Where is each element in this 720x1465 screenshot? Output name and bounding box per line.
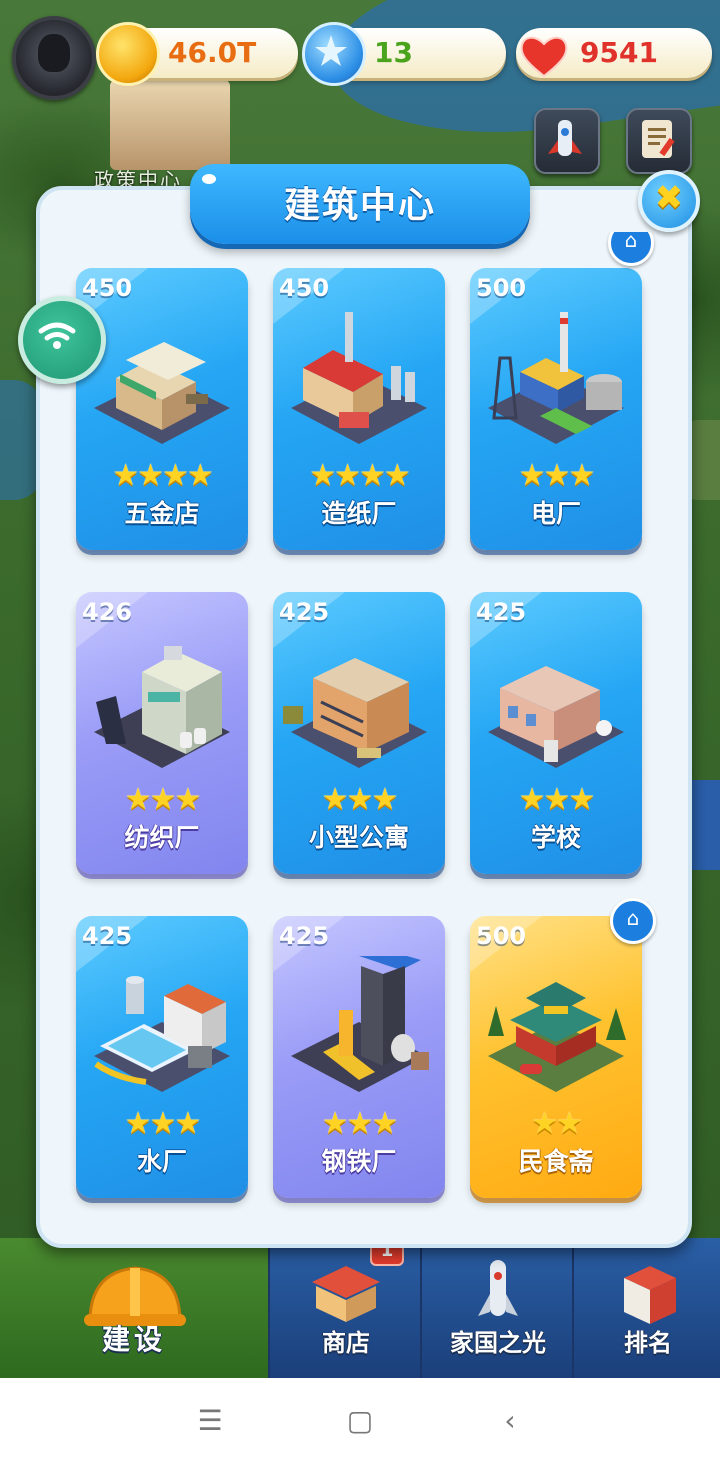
close-x-icon: ✖: [654, 178, 684, 218]
nav-glory-tab[interactable]: 家国之光: [420, 1238, 574, 1378]
card-cost: 500: [476, 922, 527, 950]
bottom-navigation: 建设 1 商店 家国之光 排名: [0, 1236, 720, 1378]
banner-shine: [202, 174, 216, 184]
card-stars: ★★: [531, 1106, 583, 1141]
star-value: 13: [374, 36, 413, 69]
school-illustration: [488, 666, 624, 768]
home-icon[interactable]: ▢: [340, 1406, 380, 1436]
minshizhai-illustration: [488, 982, 626, 1092]
card-stars: ★★★★: [112, 458, 214, 493]
home-badge-icon: ⌂: [608, 232, 654, 266]
card-stars: ★★★: [518, 782, 596, 817]
card-cost: 450: [279, 274, 330, 302]
nav-shop-label: 商店: [322, 1329, 370, 1357]
wifi-icon: [38, 322, 76, 349]
building-card-water-plant[interactable]: 425 ★★★ 水厂: [76, 916, 248, 1198]
card-cost: 425: [476, 598, 527, 626]
tree-cluster: [690, 420, 720, 500]
building-card-minshizhai[interactable]: 500 ★★ 民食斋: [470, 916, 642, 1198]
dialog-title: 建筑中心: [283, 185, 436, 226]
coin-counter[interactable]: 46.0T: [96, 22, 298, 86]
rocket-icon: [478, 1260, 518, 1316]
avatar-face: [38, 34, 70, 72]
shop-icon: [312, 1266, 380, 1322]
card-stars: ★★★: [124, 782, 202, 817]
card-name: 纺织厂: [124, 823, 200, 852]
water-plant-illustration: [94, 976, 230, 1092]
back-icon[interactable]: ‹: [490, 1406, 530, 1436]
task-list-button[interactable]: [626, 108, 692, 174]
nav-shop-tab[interactable]: 1 商店: [268, 1236, 422, 1378]
rocket-event-button[interactable]: [534, 108, 600, 174]
player-avatar[interactable]: [12, 16, 96, 100]
system-navigation-bar: ☰ ▢ ‹: [0, 1378, 720, 1465]
heart-value: 9541: [580, 36, 658, 69]
nav-build-label: 建设: [101, 1323, 166, 1356]
card-name: 水厂: [136, 1147, 187, 1176]
heart-icon: [520, 36, 568, 78]
ranking-building-icon: [624, 1266, 676, 1324]
card-cost: 425: [279, 922, 330, 950]
home-badge-icon: ⌂: [610, 898, 656, 944]
steel-mill-illustration: [291, 956, 429, 1092]
building-card-steel-mill[interactable]: 425 ★★★ 钢铁厂: [273, 916, 445, 1198]
hardware-store-illustration: [94, 342, 230, 444]
building-card-small-apartment[interactable]: 425 ★★★ 小型公寓: [273, 592, 445, 874]
card-cost: 426: [82, 598, 133, 626]
paper-mill-illustration: [291, 312, 427, 444]
rocket-icon: [548, 120, 582, 156]
nav-rank-tab[interactable]: 排名: [572, 1238, 720, 1378]
small-apartment-illustration: [283, 658, 427, 768]
card-cost: 500: [476, 274, 527, 302]
building-card-school[interactable]: 425 ★★★ 学校: [470, 592, 642, 874]
card-name: 钢铁厂: [321, 1147, 397, 1176]
nav-build-tab[interactable]: 建设: [0, 1238, 268, 1378]
card-stars: ★★★: [124, 1106, 202, 1141]
nav-glory-label: 家国之光: [450, 1329, 546, 1357]
building-card-hardware-store[interactable]: 450 ★★★★ 五金店: [76, 268, 248, 550]
card-name: 电厂: [530, 499, 581, 528]
card-stars: ★★★★: [309, 458, 411, 493]
card-cost: 425: [82, 922, 133, 950]
wifi-status-button[interactable]: [18, 296, 106, 384]
card-name: 五金店: [124, 499, 200, 528]
close-button[interactable]: ✖: [638, 170, 700, 232]
building-grid[interactable]: ⌂ 450 ★★★★ 五金店 450 ★★★★ 造纸厂 500 ★★★ 电厂 4…: [36, 232, 676, 1232]
card-name: 学校: [530, 823, 581, 852]
card-cost: 425: [279, 598, 330, 626]
policy-center-building[interactable]: [110, 80, 230, 170]
card-name: 小型公寓: [308, 823, 409, 852]
dialog-title-banner: 建筑中心: [190, 164, 530, 244]
heart-counter[interactable]: 9541: [516, 28, 712, 78]
blue-star-icon: [302, 22, 366, 86]
card-cost: 450: [82, 274, 133, 302]
coin-value: 46.0T: [168, 36, 257, 69]
building-card-power-plant[interactable]: 500 ★★★ 电厂: [470, 268, 642, 550]
building-card-textile-mill[interactable]: 426 ★★★ 纺织厂: [76, 592, 248, 874]
card-stars: ★★★: [518, 458, 596, 493]
textile-mill-illustration: [94, 646, 230, 768]
star-counter[interactable]: 13: [302, 22, 506, 86]
card-stars: ★★★: [321, 782, 399, 817]
clipboard-icon: [642, 120, 675, 158]
nav-rank-label: 排名: [624, 1329, 672, 1357]
card-name: 造纸厂: [321, 499, 397, 528]
menu-icon[interactable]: ☰: [190, 1406, 230, 1436]
power-plant-illustration: [488, 312, 624, 444]
gold-coin-icon: [96, 22, 160, 86]
card-stars: ★★★: [321, 1106, 399, 1141]
card-name: 民食斋: [518, 1147, 594, 1176]
building-card-paper-mill[interactable]: 450 ★★★★ 造纸厂: [273, 268, 445, 550]
